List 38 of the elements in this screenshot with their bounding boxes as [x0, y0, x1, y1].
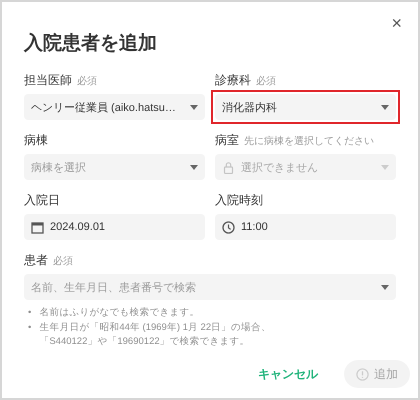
field-value: ヘンリー従業員 (aiko.hatsu… [31, 100, 177, 114]
clock-icon [222, 220, 235, 234]
field-label: 担当医師 [24, 72, 72, 89]
field-label: 入院時刻 [215, 192, 263, 209]
caret-icon [381, 284, 389, 290]
caret-icon [381, 104, 389, 110]
lock-icon [222, 160, 235, 174]
caret-icon [190, 104, 198, 110]
field-label: 病棟 [24, 132, 48, 149]
calendar-icon [31, 220, 44, 234]
field-value: 11:00 [241, 221, 269, 233]
dialog-title: 入院患者を追加 [24, 32, 158, 56]
bullet-mark: • [28, 306, 32, 320]
help-note: 「S440122」や「19690122」で検索できます。 [39, 335, 251, 349]
field-placeholder: 名前、生年月日、患者番号で検索 [31, 280, 197, 294]
alert-icon [356, 368, 369, 380]
help-note: 生年月日が「昭和44年 (1969年) 1月 22日」の場合、 [39, 321, 272, 335]
select-field[interactable]: ヘンリー従業員 (aiko.hatsu… [24, 94, 205, 120]
help-note: 名前はふりがなでも検索できます。 [39, 306, 200, 320]
caret-icon [190, 164, 198, 170]
field-placeholder: 選択できません [241, 160, 319, 174]
date-field[interactable]: 2024.09.01 [24, 214, 205, 240]
time-field[interactable]: 11:00 [215, 214, 396, 240]
field-value: 2024.09.01 [50, 221, 106, 233]
field-label: 病室 [215, 132, 239, 149]
required-mark: 必須 [77, 74, 97, 88]
caret-icon [381, 164, 389, 170]
required-mark: 必須 [256, 74, 276, 88]
select-field[interactable]: 消化器内科 [215, 94, 396, 120]
field-label: 患者 [24, 252, 48, 269]
close-button[interactable]: × [387, 12, 406, 34]
field-value: 消化器内科 [222, 100, 278, 114]
field-hint: 先に病棟を選択してください [244, 134, 374, 148]
required-mark: 必須 [53, 254, 73, 268]
field-label: 診療科 [215, 72, 251, 89]
bullet-mark: • [28, 321, 32, 335]
field-placeholder: 病棟を選択 [31, 160, 87, 174]
field-label: 入院日 [24, 192, 60, 209]
